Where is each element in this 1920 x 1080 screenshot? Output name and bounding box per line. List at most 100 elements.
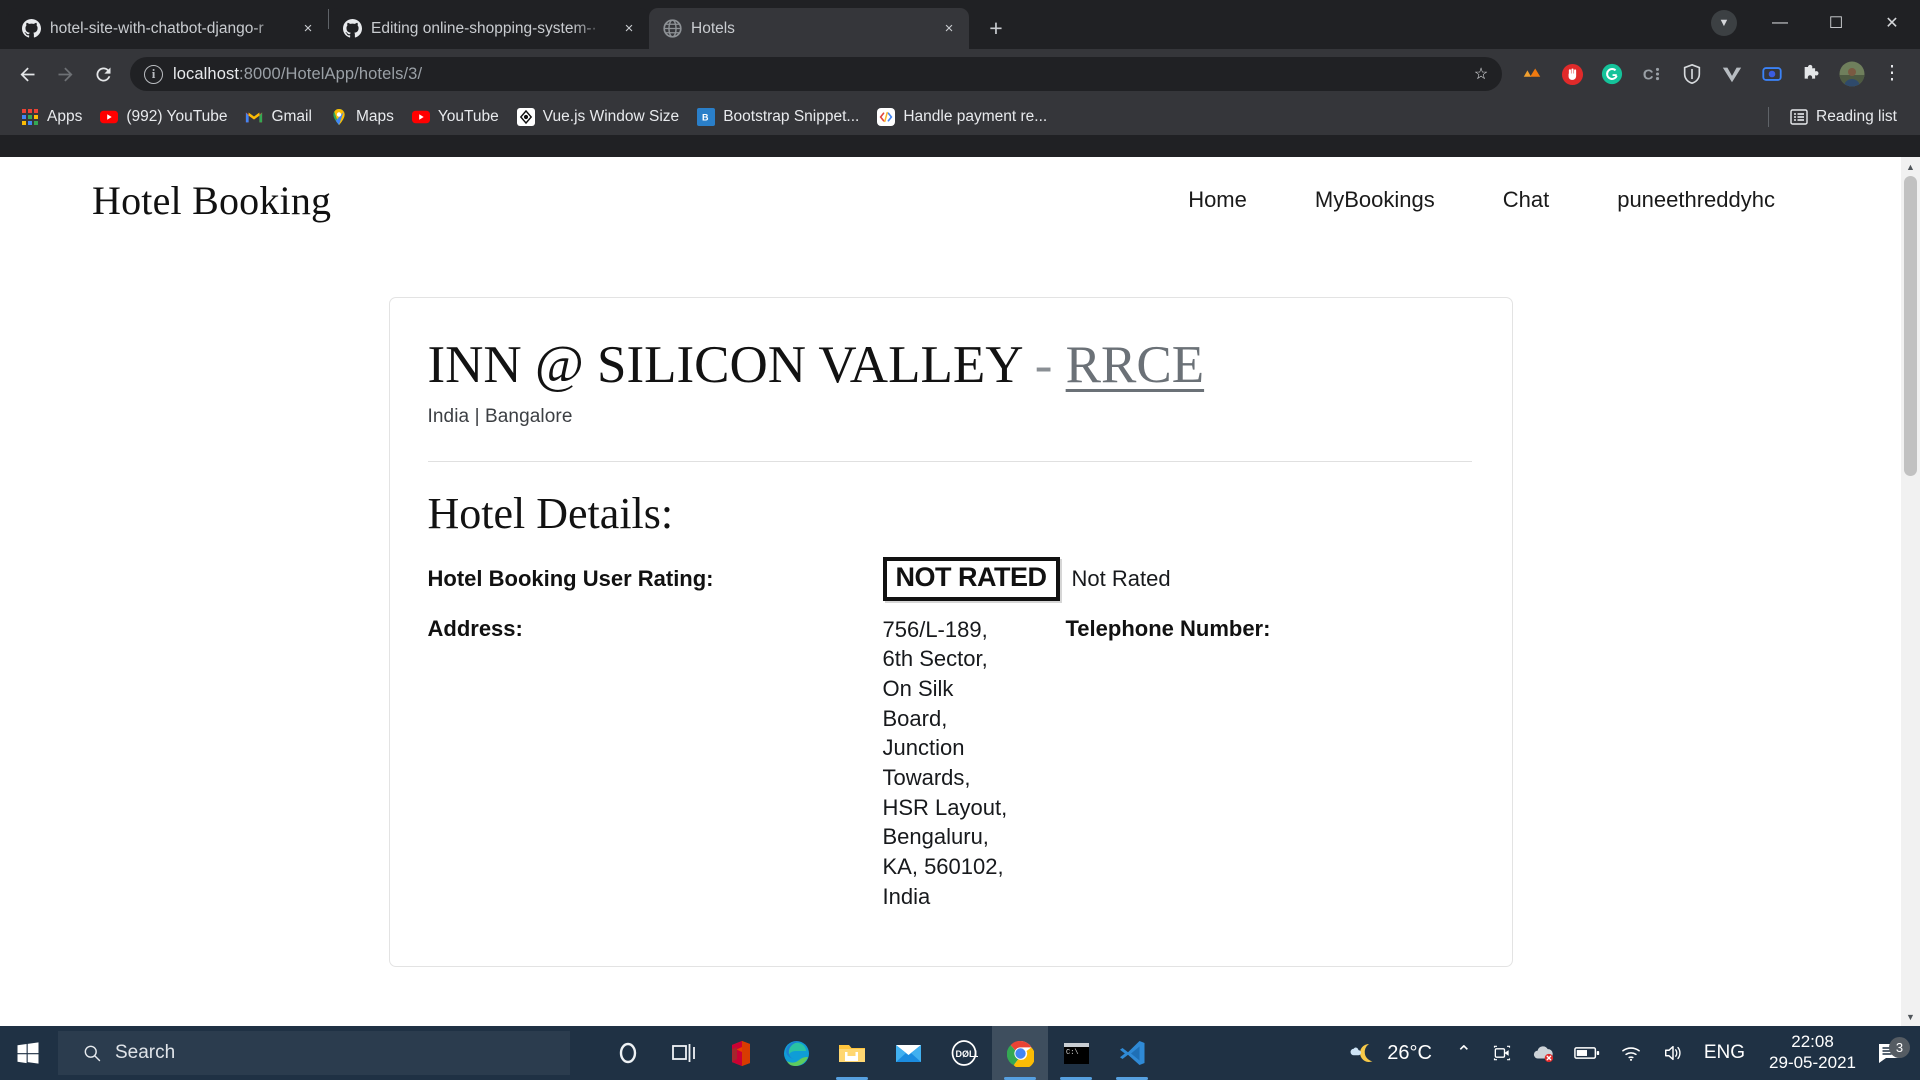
bookmark-youtube-992[interactable]: (992) YouTube [91,104,236,130]
vue-devtools-icon[interactable] [1717,59,1747,89]
reload-button[interactable] [86,57,120,91]
tab-close-button[interactable]: × [939,19,959,39]
scroll-down-arrow[interactable]: ▼ [1901,1007,1920,1026]
colorzilla-icon[interactable]: C [1637,59,1667,89]
tab-close-button[interactable]: × [298,19,318,39]
battery-icon[interactable] [1564,1026,1610,1080]
profile-chevron-button[interactable]: ▼ [1696,0,1752,46]
vscode-icon [1119,1041,1144,1065]
puzzle-piece-icon[interactable] [1797,59,1827,89]
taskbar-app-edge[interactable] [768,1026,824,1080]
rating-label: Hotel Booking User Rating: [427,565,714,591]
nav-link-mybookings[interactable]: MyBookings [1281,187,1469,213]
edge-icon [783,1040,809,1066]
hotel-college-link[interactable]: RRCE [1066,336,1204,394]
taskbar-app-office[interactable] [712,1026,768,1080]
back-button[interactable] [10,57,44,91]
three-dot-menu-icon[interactable]: ⋮ [1877,59,1907,89]
tab-title: Hotels [691,19,735,37]
taskbar-app-vscode[interactable] [1104,1026,1160,1080]
battery-icon [1574,1047,1600,1059]
title-separator: - [1034,336,1053,394]
volume-icon [1664,1045,1681,1061]
adblock-hand-icon[interactable] [1557,59,1587,89]
bookmark-maps[interactable]: Maps [321,104,403,130]
bookmark-star-icon[interactable]: ☆ [1466,59,1496,89]
hotel-details-heading: Hotel Details: [427,489,674,539]
wifi-icon [1621,1047,1640,1061]
tab-title: hotel-site-with-chatbot-django-r [50,19,264,37]
divider [427,461,1472,463]
maximize-button[interactable]: ☐ [1808,0,1864,46]
forward-arrow-icon [58,67,72,81]
address-line: Bengaluru, [882,824,989,850]
triangles-icon[interactable] [1517,59,1547,89]
bookmark-apps[interactable]: Apps [12,104,91,130]
volume-icon[interactable] [1652,1026,1694,1080]
nav-link-home[interactable]: Home [1154,187,1281,213]
windows-logo-icon [17,1042,39,1064]
notification-center-button[interactable]: 3 [1870,1037,1916,1065]
nav-link-username[interactable]: puneethreddyhc [1583,187,1809,213]
hotel-location: India | Bangalore [427,406,573,428]
hotel-name: INN @ SILICON VALLEY [427,336,1022,394]
onedrive-offline-icon[interactable] [1522,1026,1564,1080]
address-bar[interactable]: i localhost:8000/HotelApp/hotels/3/ ☆ [130,57,1502,91]
page-scrollbar[interactable]: ▲ ▼ [1901,157,1920,1026]
rating-value-text: Not Rated [1071,565,1171,591]
taskbar-app-mail[interactable] [880,1026,936,1080]
camera-icon[interactable] [1482,1026,1522,1080]
new-tab-button[interactable]: + [979,11,1013,45]
profile-avatar[interactable] [1837,59,1867,89]
browser-tab-3-active[interactable]: Hotels × [649,8,969,49]
taskbar-app-file-explorer[interactable] [824,1026,880,1080]
forward-button[interactable] [48,57,82,91]
taskbar-app-terminal[interactable]: C:\ [1048,1026,1104,1080]
vuejs-icon [516,108,535,126]
hotel-title: INN @ SILICON VALLEY - RRCE [428,336,1472,395]
svg-text:C: C [1643,68,1654,84]
bookmark-youtube[interactable]: YouTube [403,104,508,130]
youtube-icon [411,110,430,124]
browser-tab-1[interactable]: hotel-site-with-chatbot-django-r × [8,8,328,49]
codepen-icon [877,108,896,126]
bookmark-vuejs-window-size[interactable]: Vue.js Window Size [508,104,688,130]
site-brand[interactable]: Hotel Booking [92,177,331,224]
status-badge: NOT RATED [882,557,1060,601]
bookmark-label: Gmail [271,108,312,125]
nav-link-chat[interactable]: Chat [1469,187,1583,213]
start-button[interactable] [0,1026,56,1080]
loom-icon[interactable] [1757,59,1787,89]
reading-list-button[interactable]: Reading list [1781,104,1906,130]
reading-list-icon [1790,109,1808,125]
show-hidden-icons-button[interactable]: ⌃ [1446,1026,1482,1080]
close-window-button[interactable]: ✕ [1864,0,1920,46]
bookmarks-divider [1768,107,1769,127]
taskbar-app-dell[interactable]: DØLL [936,1026,992,1080]
taskbar-app-task-view[interactable] [656,1026,712,1080]
scroll-up-arrow[interactable]: ▲ [1901,157,1920,176]
taskbar-app-chrome[interactable] [992,1026,1048,1080]
minimize-button[interactable]: — [1752,0,1808,46]
terminal-icon: C:\ [1063,1042,1089,1064]
bookmark-bootstrap-snippet[interactable]: B Bootstrap Snippet... [688,104,868,130]
weather-widget[interactable]: 26°C [1343,1040,1446,1066]
tab-close-button[interactable]: × [619,19,639,39]
scrollbar-thumb[interactable] [1904,176,1917,476]
grammarly-icon[interactable] [1597,59,1627,89]
wifi-icon[interactable] [1610,1026,1652,1080]
browser-tab-2[interactable]: Editing online-shopping-system-· × [329,8,649,49]
taskbar-search-box[interactable]: Search [58,1031,570,1075]
github-icon [343,19,362,38]
notification-count-badge: 3 [1889,1037,1910,1058]
bookmark-handle-payment[interactable]: Handle payment re... [868,104,1056,130]
taskbar-clock[interactable]: 22:08 29-05-2021 [1755,1032,1870,1073]
taskbar-app-cortana[interactable] [600,1026,656,1080]
language-indicator[interactable]: ENG [1694,1026,1755,1080]
bookmark-gmail[interactable]: Gmail [236,104,320,130]
site-info-icon[interactable]: i [144,64,163,84]
address-line: 6th Sector, [882,646,988,672]
shield-icon[interactable] [1677,59,1707,89]
bookmark-label: YouTube [437,108,499,125]
github-icon [22,19,41,38]
